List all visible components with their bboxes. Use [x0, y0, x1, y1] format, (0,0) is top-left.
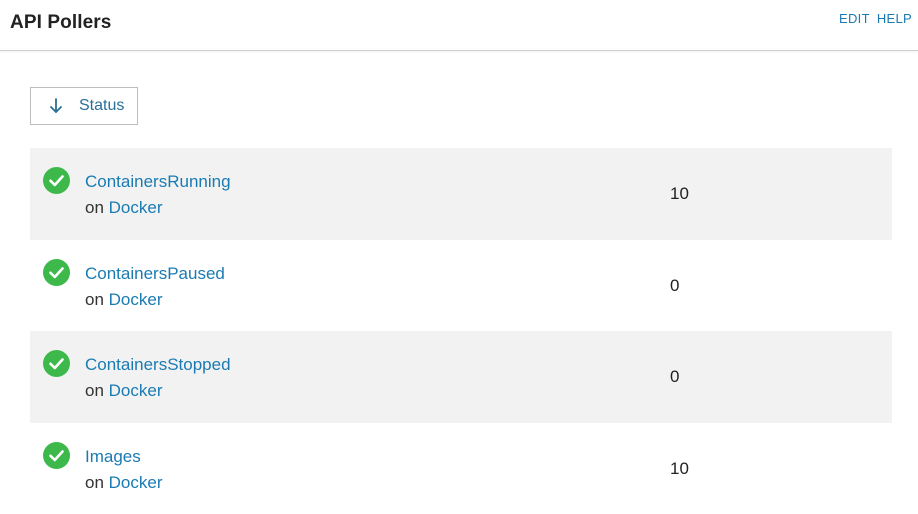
poller-source: on Docker	[85, 290, 163, 310]
edit-link[interactable]: EDIT	[839, 11, 870, 26]
poller-source-link[interactable]: Docker	[109, 473, 163, 492]
help-link[interactable]: HELP	[877, 11, 912, 26]
arrow-down-icon	[49, 98, 63, 114]
poller-list: ContainersRunning on Docker 10 Container…	[30, 148, 892, 514]
poller-row: ContainersPaused on Docker 0	[30, 240, 892, 332]
poller-value: 0	[670, 276, 679, 296]
poller-name-link[interactable]: ContainersPaused	[85, 264, 225, 284]
poller-source-prefix: on	[85, 473, 104, 492]
poller-value: 0	[670, 367, 679, 387]
poller-source: on Docker	[85, 198, 163, 218]
page-header: API Pollers EDIT HELP	[0, 0, 918, 51]
poller-source-link[interactable]: Docker	[109, 290, 163, 309]
check-circle-icon	[43, 350, 70, 377]
check-circle-icon	[43, 442, 70, 469]
poller-source-prefix: on	[85, 198, 104, 217]
poller-value: 10	[670, 459, 689, 479]
poller-source-prefix: on	[85, 381, 104, 400]
check-circle-icon	[43, 259, 70, 286]
poller-name-link[interactable]: ContainersStopped	[85, 355, 231, 375]
poller-name-link[interactable]: ContainersRunning	[85, 172, 231, 192]
poller-value: 10	[670, 184, 689, 204]
poller-source-link[interactable]: Docker	[109, 381, 163, 400]
poller-row: ContainersRunning on Docker 10	[30, 148, 892, 240]
poller-row: Images on Docker 10	[30, 423, 892, 514]
sort-status-button[interactable]: Status	[30, 87, 138, 125]
header-links: EDIT HELP	[839, 11, 912, 26]
poller-name-link[interactable]: Images	[85, 447, 141, 467]
poller-row: ContainersStopped on Docker 0	[30, 331, 892, 423]
sort-label: Status	[79, 97, 124, 115]
page-title: API Pollers	[10, 12, 111, 34]
poller-source: on Docker	[85, 381, 163, 401]
poller-source-prefix: on	[85, 290, 104, 309]
poller-source: on Docker	[85, 473, 163, 493]
check-circle-icon	[43, 167, 70, 194]
poller-source-link[interactable]: Docker	[109, 198, 163, 217]
